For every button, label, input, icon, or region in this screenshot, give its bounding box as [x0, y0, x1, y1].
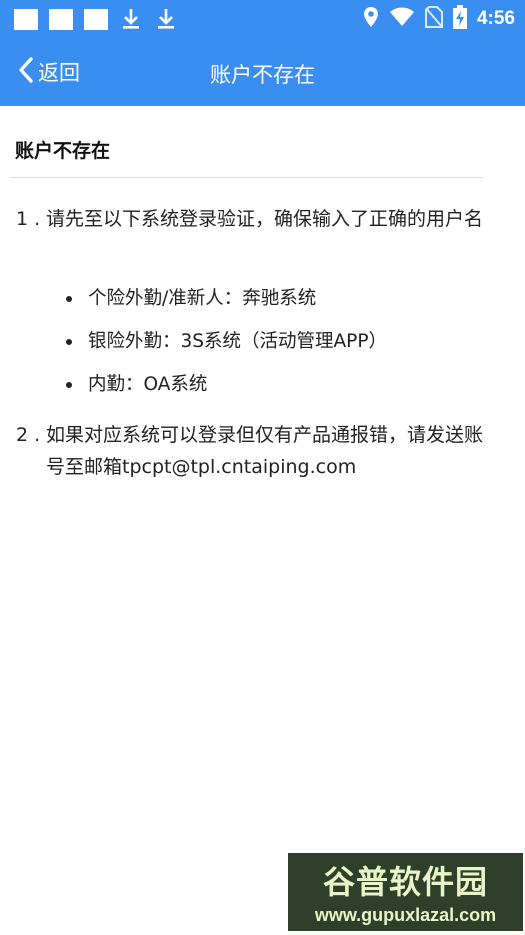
watermark-url: www.gupuxlazal.com: [314, 905, 497, 925]
location-icon: [363, 6, 379, 32]
download-icon: [119, 8, 143, 30]
download-icon: [154, 8, 178, 30]
content-heading: 账户不存在: [15, 140, 111, 162]
bullet-item: 内勤：OA系统: [66, 371, 207, 399]
notification-square-icon: [14, 8, 38, 30]
bullet-text: 银险外勤：3S系统（活动管理APP）: [88, 331, 387, 352]
notification-square-icon: [49, 8, 73, 30]
list-item-number: 2 .: [16, 424, 41, 446]
bullet-dot: [66, 296, 72, 302]
bullet-text: 内勤：OA系统: [88, 374, 208, 395]
list-item-text: 如果对应系统可以登录但仅有产品通报错，请发送账号至邮箱tpcpt@tpl.cnt…: [46, 424, 484, 478]
notification-square-icon: [84, 8, 108, 30]
page-title: 账户不存在: [210, 63, 315, 87]
list-item-text: 请先至以下系统登录验证，确保输入了正确的用户名: [46, 208, 484, 230]
watermark-logo: 谷普软件园 www.gupuxlazal.com: [288, 853, 523, 931]
status-time: 4:56: [476, 8, 515, 29]
list-item: 1 . 请先至以下系统登录验证，确保输入了正确的用户名: [16, 203, 496, 235]
status-bar: 4:56: [0, 0, 525, 37]
app-bar: 返回 账户不存在: [0, 37, 525, 106]
battery-charging-icon: [452, 5, 467, 33]
bullet-text: 个险外勤/准新人：奔驰系统: [88, 288, 317, 309]
list-item-number: 1 .: [16, 208, 41, 230]
bullet-item: 银险外勤：3S系统（活动管理APP）: [66, 328, 387, 356]
watermark-logo-text: 谷普软件园: [322, 863, 488, 901]
bullet-dot: [66, 339, 72, 345]
bullet-dot: [66, 382, 72, 388]
wifi-icon: [389, 7, 415, 31]
status-left-icons: [14, 8, 178, 30]
divider: [10, 177, 483, 178]
no-sim-icon: [424, 6, 443, 32]
status-right-icons: 4:56: [363, 5, 515, 33]
bullet-item: 个险外勤/准新人：奔驰系统: [66, 285, 316, 313]
list-item: 2 . 如果对应系统可以登录但仅有产品通报错，请发送账号至邮箱tpcpt@tpl…: [16, 419, 496, 483]
